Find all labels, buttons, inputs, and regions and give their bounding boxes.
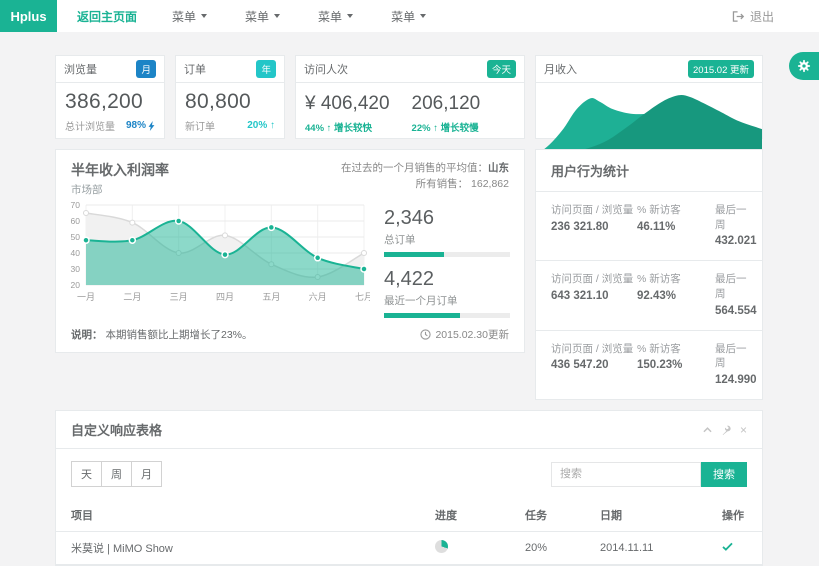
card-title: 月收入 [544,61,577,77]
stat-card-monthly-income: 月收入 2015.02 更新 [535,55,763,139]
column-header-action[interactable]: 操作 [714,499,762,532]
panel-title: 用户行为统计 [536,150,762,192]
card-value: 80,800 [185,90,275,114]
behavior-panel: 用户行为统计 访问页面 / 浏览量236 321.80 % 新访客46.11% … [535,149,763,400]
svg-text:50: 50 [71,232,81,242]
panel-title: 自定义响应表格 [71,420,162,439]
svg-text:三月: 三月 [170,292,188,302]
total-orders-value: 2,346 [384,207,510,230]
wrench-icon[interactable] [721,425,731,435]
behavior-row: 访问页面 / 浏览量236 321.80 % 新访客46.11% 最后一周432… [536,192,762,261]
card-value: ¥ 406,420 [305,93,390,115]
svg-text:五月: 五月 [262,292,280,302]
check-icon[interactable] [722,542,733,551]
top-navbar: Hplus 返回主页面 菜单 菜单 菜单 菜单 退出 [0,0,819,32]
panel-subtitle: 市场部 [71,182,169,197]
task-cell: 20% [517,532,592,565]
table-row[interactable]: 米莫说 | MiMO Show 20% 2014.11.11 [56,532,762,565]
behavior-row: 访问页面 / 浏览量436 547.20 % 新访客150.23% 最后一周12… [536,331,762,399]
column-header-task[interactable]: 任务 [517,499,592,532]
svg-text:60: 60 [71,216,81,226]
arrow-up-icon: ↑ [433,123,438,134]
column-header-progress[interactable]: 进度 [427,499,517,532]
stat-card-views: 浏览量 月 386,200 总计浏览量 98% [55,55,165,139]
period-badge: 年 [256,60,276,78]
svg-text:70: 70 [71,200,81,210]
svg-text:四月: 四月 [216,292,234,302]
recent-orders-value: 4,422 [384,268,510,291]
nav-menu-1[interactable]: 菜单 [153,0,226,32]
stat-card-visits: 访问人次 今天 ¥ 406,420 44% ↑ 增长较快 206,120 [295,55,525,139]
svg-text:40: 40 [71,248,81,258]
close-button[interactable]: × [740,424,747,436]
card-title: 订单 [184,61,206,77]
stat-card-orders: 订单 年 80,800 新订单 20% ↑ [175,55,285,139]
sign-out-icon [732,11,750,22]
total-orders-label: 总订单 [384,232,510,247]
card-value: 386,200 [65,90,155,114]
clock-icon [420,329,431,340]
nav-menu-4[interactable]: 菜单 [372,0,445,32]
revenue-panel: 半年收入利润率 市场部 在过去的一个月销售的平均值：山东 所有销售： 162,8… [55,149,525,353]
column-header-project[interactable]: 项目 [56,499,427,532]
tab-week[interactable]: 周 [101,461,132,487]
column-header-date[interactable]: 日期 [592,499,714,532]
logout-button[interactable]: 退出 [732,0,819,32]
period-badge: 月 [136,60,156,78]
stat-cards-row: 浏览量 月 386,200 总计浏览量 98% 订单 [55,55,763,139]
svg-text:六月: 六月 [309,291,327,302]
svg-text:20: 20 [71,280,81,290]
progress-bar [384,252,510,257]
recent-orders-label: 最近一个月订单 [384,293,510,308]
period-badge: 今天 [487,60,516,78]
trend-value: 98% [126,120,146,131]
visits-amount-block: ¥ 406,420 44% ↑ 增长较快 [305,93,390,134]
progress-pie-icon [435,540,448,553]
card-title: 访问人次 [304,61,348,77]
search-button[interactable]: 搜索 [701,462,747,487]
caret-down-icon [347,14,353,18]
card-title: 浏览量 [64,61,97,77]
search-input[interactable] [551,462,701,487]
visits-count-block: 206,120 22% ↑ 增长较慢 [412,93,481,134]
nav-menu-2[interactable]: 菜单 [226,0,299,32]
chart-note: 说明：本期销售额比上期增长了23%。 [71,327,253,342]
nav-menu-3[interactable]: 菜单 [299,0,372,32]
card-value: 206,120 [412,93,481,115]
update-badge: 2015.02 更新 [688,60,754,78]
order-stats: 2,346 总订单 4,422 最近一个月订单 [370,199,512,318]
tab-day[interactable]: 天 [71,461,102,487]
caret-down-icon [420,14,426,18]
card-footer-label: 新订单 [185,118,215,133]
svg-text:一月: 一月 [77,292,95,302]
arrow-up-icon: ↑ [270,120,275,131]
project-name-cell: 米莫说 | MiMO Show [56,532,427,565]
card-footer-label: 总计浏览量 [65,118,115,133]
collapse-button[interactable] [703,427,712,433]
trend-value: 20% [247,120,267,131]
sales-summary: 在过去的一个月销售的平均值：山东 所有销售： 162,862 [341,160,509,197]
panel-title: 半年收入利润率 [71,160,169,180]
brand-logo[interactable]: Hplus [0,0,57,32]
behavior-row: 访问页面 / 浏览量643 321.10 % 新访客92.43% 最后一周564… [536,261,762,330]
svg-text:二月: 二月 [123,292,141,302]
period-tabs: 天 周 月 [71,461,162,487]
projects-table: 项目 进度 任务 日期 操作 米莫说 | MiMO Show 20% 2014.… [56,499,762,565]
caret-down-icon [274,14,280,18]
revenue-chart: 20 30 40 50 60 70 一月 二月 三月 四月 五月 六月 七月 [62,199,370,311]
chart-updated: 2015.02.30更新 [420,327,509,342]
arrow-up-icon: ↑ [327,123,332,134]
caret-down-icon [201,14,207,18]
gear-icon [797,59,811,73]
responsive-table-panel: 自定义响应表格 × 天 周 月 搜索 [55,410,763,566]
nav-home-link[interactable]: 返回主页面 [61,0,153,32]
progress-bar [384,313,510,318]
settings-button[interactable] [789,52,819,80]
date-cell: 2014.11.11 [592,532,714,565]
bolt-icon [148,121,155,131]
svg-text:30: 30 [71,264,81,274]
tab-month[interactable]: 月 [131,461,162,487]
svg-text:七月: 七月 [355,292,370,302]
